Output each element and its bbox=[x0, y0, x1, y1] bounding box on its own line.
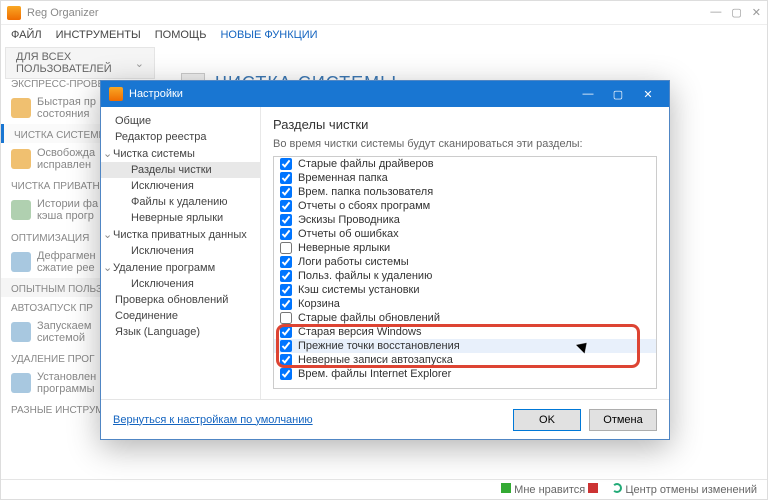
tree-item[interactable]: Файлы к удалению bbox=[101, 194, 260, 210]
minimize-icon[interactable]: — bbox=[710, 6, 721, 19]
checklist-label: Отчеты о сбоях программ bbox=[298, 200, 430, 212]
tree-item[interactable]: ⌄Удаление программ bbox=[101, 259, 260, 276]
checklist-label: Неверные записи автозапуска bbox=[298, 354, 453, 366]
panel-title: Разделы чистки bbox=[273, 117, 657, 132]
checkbox[interactable] bbox=[280, 256, 292, 268]
checklist-item[interactable]: Старые файлы обновлений bbox=[274, 311, 656, 325]
checkbox[interactable] bbox=[280, 214, 292, 226]
checklist-item[interactable]: Отчеты об ошибках bbox=[274, 227, 656, 241]
checkbox[interactable] bbox=[280, 242, 292, 254]
checklist-label: Старая версия Windows bbox=[298, 326, 421, 338]
checklist-item[interactable]: Логи работы системы bbox=[274, 255, 656, 269]
checklist-item[interactable]: Временная папка bbox=[274, 171, 656, 185]
reset-defaults-link[interactable]: Вернуться к настройкам по умолчанию bbox=[113, 414, 313, 426]
checklist-item[interactable]: Старые файлы драйверов bbox=[274, 157, 656, 171]
menu-new[interactable]: НОВЫЕ ФУНКЦИИ bbox=[220, 29, 317, 41]
checklist-label: Отчеты об ошибках bbox=[298, 228, 399, 240]
undo-center[interactable]: Центр отмены изменений bbox=[612, 483, 757, 496]
tree-item[interactable]: Язык (Language) bbox=[101, 324, 260, 340]
menu-tools[interactable]: ИНСТРУМЕНТЫ bbox=[56, 29, 141, 41]
checklist-label: Польз. файлы к удалению bbox=[298, 270, 432, 282]
checkbox[interactable] bbox=[280, 298, 292, 310]
tree-item[interactable]: Исключения bbox=[101, 276, 260, 292]
checklist-label: Эскизы Проводника bbox=[298, 214, 400, 226]
checkbox[interactable] bbox=[280, 284, 292, 296]
checklist-item[interactable]: Врем. папка пользователя bbox=[274, 185, 656, 199]
checklist-label: Старые файлы обновлений bbox=[298, 312, 440, 324]
maximize-icon[interactable]: ▢ bbox=[731, 6, 741, 19]
app-icon bbox=[7, 6, 21, 20]
dialog-title: Настройки bbox=[129, 88, 575, 100]
tree-item[interactable]: Исключения bbox=[101, 178, 260, 194]
checkbox[interactable] bbox=[280, 172, 292, 184]
checkbox[interactable] bbox=[280, 354, 292, 366]
chevron-down-icon: ⌄ bbox=[135, 57, 144, 70]
app-title: Reg Organizer bbox=[27, 7, 710, 19]
checklist-item[interactable]: Эскизы Проводника bbox=[274, 213, 656, 227]
checklist-label: Логи работы системы bbox=[298, 256, 409, 268]
checklist-label: Неверные ярлыки bbox=[298, 242, 390, 254]
dialog-close-icon[interactable]: ✕ bbox=[635, 84, 661, 104]
checklist-label: Врем. папка пользователя bbox=[298, 186, 433, 198]
thumb-down-icon bbox=[588, 483, 598, 493]
checkbox[interactable] bbox=[280, 186, 292, 198]
checklist-item[interactable]: Корзина bbox=[274, 297, 656, 311]
checklist-item[interactable]: Старая версия Windows bbox=[274, 325, 656, 339]
checkbox[interactable] bbox=[280, 200, 292, 212]
panel-subtitle: Во время чистки системы будут сканироват… bbox=[273, 138, 657, 150]
checklist-item[interactable]: Неверные ярлыки bbox=[274, 241, 656, 255]
checkbox[interactable] bbox=[280, 368, 292, 380]
dialog-icon bbox=[109, 87, 123, 101]
tree-item[interactable]: Редактор реестра bbox=[101, 129, 260, 145]
checklist-label: Кэш системы установки bbox=[298, 284, 420, 296]
window-buttons: — ▢ ✕ bbox=[710, 6, 761, 19]
settings-tree: ОбщиеРедактор реестра⌄Чистка системыРазд… bbox=[101, 107, 261, 399]
cancel-button[interactable]: Отмена bbox=[589, 409, 657, 431]
checkbox[interactable] bbox=[280, 326, 292, 338]
cleanup-checklist: Старые файлы драйверов Временная папка Вре… bbox=[273, 156, 657, 389]
menu-bar: ФАЙЛ ИНСТРУМЕНТЫ ПОМОЩЬ НОВЫЕ ФУНКЦИИ bbox=[1, 25, 767, 45]
checklist-item[interactable]: Прежние точки восстановления bbox=[274, 339, 656, 353]
status-bar: Мне нравится Центр отмены изменений bbox=[1, 479, 767, 499]
checklist-label: Временная папка bbox=[298, 172, 388, 184]
checkbox[interactable] bbox=[280, 340, 292, 352]
close-icon[interactable]: ✕ bbox=[752, 6, 761, 19]
settings-dialog: Настройки — ▢ ✕ ОбщиеРедактор реестра⌄Чи… bbox=[100, 80, 670, 440]
main-titlebar: Reg Organizer — ▢ ✕ bbox=[1, 1, 767, 25]
tree-item[interactable]: Общие bbox=[101, 113, 260, 129]
checklist-item[interactable]: Врем. файлы Internet Explorer bbox=[274, 367, 656, 381]
tree-item[interactable]: ⌄Чистка системы bbox=[101, 145, 260, 162]
tree-item[interactable]: Разделы чистки bbox=[101, 162, 260, 178]
checkbox[interactable] bbox=[280, 312, 292, 324]
settings-panel: Разделы чистки Во время чистки системы б… bbox=[261, 107, 669, 399]
checkbox[interactable] bbox=[280, 228, 292, 240]
dialog-footer: Вернуться к настройкам по умолчанию OK О… bbox=[101, 399, 669, 439]
tree-item[interactable]: Неверные ярлыки bbox=[101, 210, 260, 226]
checklist-item[interactable]: Кэш системы установки bbox=[274, 283, 656, 297]
thumb-up-icon bbox=[501, 483, 511, 493]
checklist-item[interactable]: Неверные записи автозапуска bbox=[274, 353, 656, 367]
tree-item[interactable]: Соединение bbox=[101, 308, 260, 324]
checklist-label: Старые файлы драйверов bbox=[298, 158, 434, 170]
checklist-item[interactable]: Польз. файлы к удалению bbox=[274, 269, 656, 283]
checklist-label: Прежние точки восстановления bbox=[298, 340, 460, 352]
ok-button[interactable]: OK bbox=[513, 409, 581, 431]
tree-item[interactable]: ⌄Чистка приватных данных bbox=[101, 226, 260, 243]
checklist-item[interactable]: Отчеты о сбоях программ bbox=[274, 199, 656, 213]
checklist-label: Врем. файлы Internet Explorer bbox=[298, 368, 451, 380]
tree-item[interactable]: Проверка обновлений bbox=[101, 292, 260, 308]
dialog-minimize-icon[interactable]: — bbox=[575, 84, 601, 104]
undo-icon bbox=[612, 483, 622, 493]
tree-item[interactable]: Исключения bbox=[101, 243, 260, 259]
menu-help[interactable]: ПОМОЩЬ bbox=[155, 29, 207, 41]
dialog-titlebar: Настройки — ▢ ✕ bbox=[101, 81, 669, 107]
checkbox[interactable] bbox=[280, 158, 292, 170]
checklist-label: Корзина bbox=[298, 298, 340, 310]
like-button[interactable]: Мне нравится bbox=[501, 483, 598, 496]
dialog-maximize-icon[interactable]: ▢ bbox=[605, 84, 631, 104]
checkbox[interactable] bbox=[280, 270, 292, 282]
menu-file[interactable]: ФАЙЛ bbox=[11, 29, 42, 41]
